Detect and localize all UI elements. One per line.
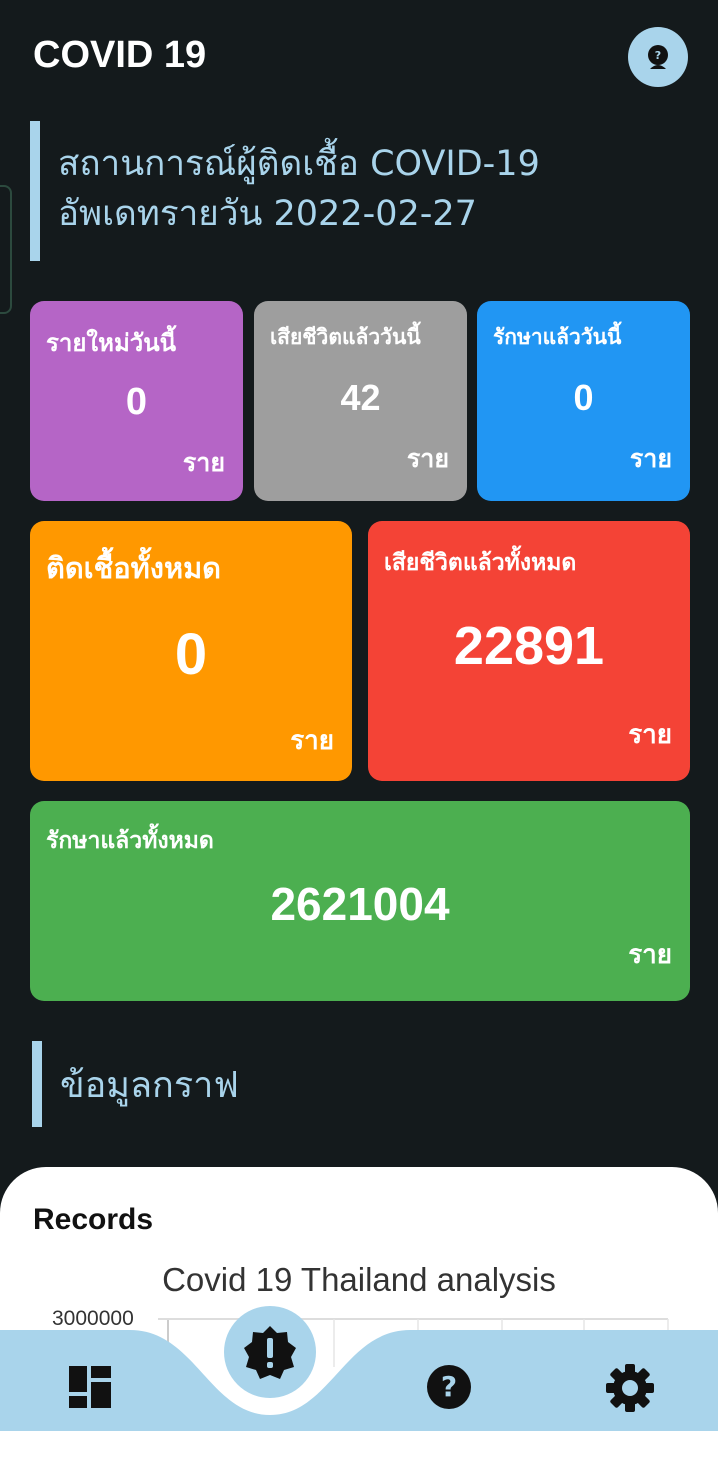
nav-dashboard[interactable] [65, 1362, 115, 1412]
app-title: COVID 19 [33, 34, 207, 76]
status-heading: สถานการณ์ผู้ติดเชื้อ COVID-19 อัพเดทรายว… [30, 121, 540, 261]
card-label: เสียชีวิตแล้วทั้งหมด [384, 550, 577, 576]
nav-alert-fab[interactable] [224, 1306, 316, 1398]
status-heading-title: สถานการณ์ผู้ติดเชื้อ COVID-19 [58, 144, 540, 184]
settings-icon [606, 1364, 654, 1412]
card-deaths-today: เสียชีวิตแล้ววันนี้ 42 ราย [254, 301, 467, 501]
card-unit: ราย [628, 940, 672, 970]
avatar[interactable]: ? [628, 27, 688, 87]
card-label: เสียชีวิตแล้ววันนี้ [270, 325, 421, 349]
side-drawer-handle[interactable] [0, 185, 12, 314]
alert-icon [244, 1326, 296, 1379]
card-recovered-today: รักษาแล้ววันนี้ 0 ราย [477, 301, 690, 501]
card-unit: ราย [290, 726, 334, 756]
help-icon: ? [427, 1365, 471, 1409]
card-unit: ราย [182, 448, 225, 477]
card-label: รักษาแล้วทั้งหมด [46, 828, 214, 854]
card-recovered-total: รักษาแล้วทั้งหมด 2621004 ราย [30, 801, 690, 1001]
card-unit: ราย [406, 444, 449, 473]
card-infected-total: ติดเชื้อทั้งหมด 0 ราย [30, 521, 352, 781]
card-value: 0 [573, 377, 594, 418]
card-label: รักษาแล้ววันนี้ [493, 325, 622, 349]
card-new-today: รายใหม่วันนี้ 0 ราย [30, 301, 243, 501]
card-unit: ราย [629, 444, 672, 473]
card-value: 0 [174, 622, 208, 687]
svg-text:?: ? [441, 1370, 457, 1403]
nav-settings[interactable] [604, 1362, 656, 1414]
card-deaths-total: เสียชีวิตแล้วทั้งหมด 22891 ราย [368, 521, 690, 781]
card-label: ติดเชื้อทั้งหมด [46, 551, 222, 585]
bottom-navigation: ? [0, 1306, 718, 1431]
dashboard-icon [69, 1366, 111, 1408]
card-value: 0 [125, 381, 148, 423]
status-heading-update-date: อัพเดทรายวัน 2022-02-27 [58, 194, 477, 234]
card-value: 22891 [453, 616, 605, 676]
nav-help[interactable]: ? [424, 1362, 474, 1412]
user-help-icon: ? [648, 45, 668, 69]
graph-section-heading: ข้อมูลกราฟ [32, 1041, 239, 1127]
card-label: รายใหม่วันนี้ [46, 329, 177, 357]
svg-text:?: ? [655, 49, 661, 62]
card-value: 2621004 [270, 878, 450, 930]
card-unit: ราย [628, 720, 672, 750]
card-value: 42 [340, 377, 381, 418]
